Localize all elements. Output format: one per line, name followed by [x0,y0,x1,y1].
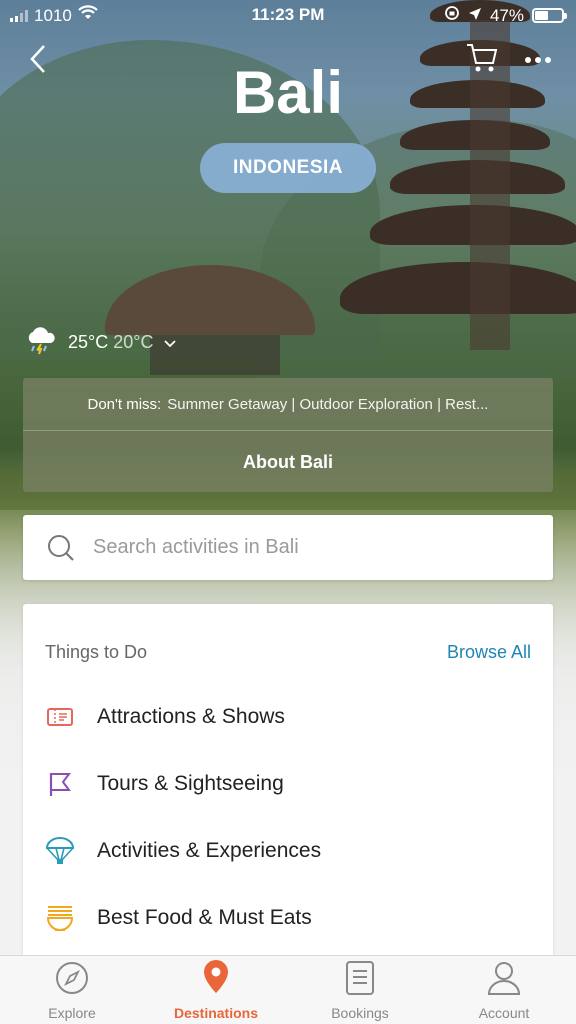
page-title: Bali [232,59,344,126]
parachute-icon [45,836,75,866]
battery-percent: 47% [489,5,524,25]
rain-cloud-icon [24,325,58,360]
category-tours-sightseeing[interactable]: Tours & Sightseeing [45,769,284,799]
lock-rotation-icon [444,5,460,26]
tab-label: Bookings [331,1005,389,1021]
search-icon [47,534,75,562]
status-bar: 1010 11:23 PM 47% [0,0,576,30]
country-badge[interactable]: INDONESIA [200,143,376,193]
category-label: Best Food & Must Eats [97,906,312,929]
category-label: Activities & Experiences [97,839,322,862]
chevron-down-icon [163,332,177,353]
tab-explore[interactable]: Explore [0,956,144,1024]
tab-label: Explore [48,1005,96,1021]
map-pin-icon [200,958,232,1001]
dont-miss-row[interactable]: Don't miss: Summer Getaway | Outdoor Expl… [23,396,553,413]
temperature-low: 20°C [113,332,154,352]
dont-miss-items: Summer Getaway | Outdoor Exploration | R… [167,396,489,413]
ticket-icon [45,702,75,732]
document-icon [344,960,376,1001]
tab-account[interactable]: Account [432,956,576,1024]
tab-destinations[interactable]: Destinations [144,956,288,1024]
about-button[interactable]: About Bali [23,432,553,492]
things-to-do-card: Things to Do Browse All Attractions & Sh… [23,604,553,964]
category-attractions-shows[interactable]: Attractions & Shows [45,702,285,732]
bottom-tab-bar: Explore Destinations Bookings Account [0,955,576,1024]
dont-miss-label: Don't miss: [87,396,162,413]
noodles-icon [45,903,75,933]
search-placeholder: Search activities in Bali [93,536,299,558]
category-label: Tours & Sightseeing [97,772,284,795]
tab-label: Destinations [173,1005,258,1021]
battery-icon [532,8,567,23]
weather-widget[interactable]: 25°C 20°C [24,325,177,360]
location-arrow-icon [468,6,482,26]
search-input[interactable]: Search activities in Bali [23,515,553,580]
temperature-high: 25°C [68,332,109,352]
tab-bookings[interactable]: Bookings [288,956,432,1024]
category-activities-experiences[interactable]: Activities & Experiences [45,836,321,866]
category-best-food-must-eats[interactable]: Best Food & Must Eats [45,903,312,933]
flag-icon [45,769,75,799]
tab-label: Account [478,1005,530,1021]
compass-icon [54,960,90,1001]
section-title: Things to Do [45,642,148,662]
user-icon [487,960,521,1001]
divider [23,430,553,431]
category-label: Attractions & Shows [97,705,285,728]
destination-info-box: Don't miss: Summer Getaway | Outdoor Expl… [23,378,553,492]
browse-all-link[interactable]: Browse All [447,642,531,663]
